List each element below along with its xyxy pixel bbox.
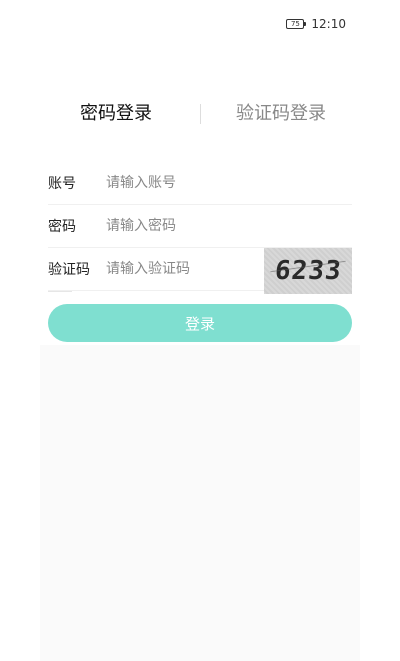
login-page: 75 12:10 密码登录 验证码登录 账号 密码 验证码 6233 登录 — [0, 0, 400, 661]
captcha-input[interactable] — [106, 254, 264, 284]
password-input[interactable] — [106, 211, 352, 241]
input-underline — [48, 291, 72, 292]
account-row: 账号 — [48, 162, 352, 205]
account-label: 账号 — [48, 176, 76, 192]
status-bar: 75 12:10 — [286, 14, 346, 34]
password-row: 密码 — [48, 205, 352, 248]
account-input[interactable] — [106, 168, 352, 198]
tab-divider — [200, 104, 201, 124]
battery-level: 75 — [286, 19, 305, 29]
background-panel — [40, 345, 360, 661]
password-label: 密码 — [48, 219, 76, 235]
login-form: 账号 密码 验证码 6233 — [48, 162, 352, 294]
captcha-image[interactable]: 6233 — [264, 248, 352, 294]
captcha-label: 验证码 — [48, 262, 90, 278]
status-time: 12:10 — [311, 17, 346, 31]
captcha-row: 验证码 6233 — [48, 248, 352, 294]
login-mode-tabs: 密码登录 验证码登录 — [48, 100, 352, 128]
tab-sms-login[interactable]: 验证码登录 — [236, 100, 326, 128]
tab-password-login[interactable]: 密码登录 — [80, 100, 152, 128]
battery-icon: 75 — [286, 19, 307, 29]
captcha-code: 6233 — [273, 256, 343, 286]
login-button[interactable]: 登录 — [48, 304, 352, 342]
